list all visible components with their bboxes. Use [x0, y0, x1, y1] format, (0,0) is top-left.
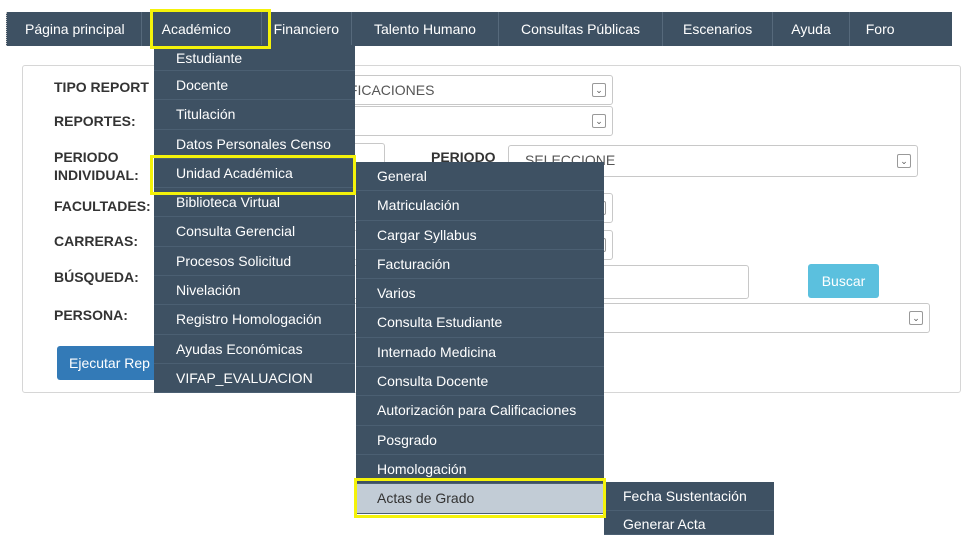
- unidad-academica-submenu: General Matriculación Cargar Syllabus Fa…: [356, 162, 604, 514]
- menu-item-biblioteca-virtual[interactable]: Biblioteca Virtual: [154, 188, 355, 218]
- actas-de-grado-submenu: Fecha Sustentación Generar Acta: [604, 482, 774, 535]
- top-nav: Página principal Académico Financiero Ta…: [6, 12, 952, 46]
- academico-menu: Estudiante Docente Titulación Datos Pers…: [154, 45, 355, 394]
- menu-item-fecha-sustentacion[interactable]: Fecha Sustentación: [604, 482, 774, 512]
- menu-item-vifap-evaluacion[interactable]: VIFAP_EVALUACION: [154, 364, 355, 394]
- menu-item-consulta-estudiante[interactable]: Consulta Estudiante: [356, 308, 604, 338]
- menu-item-consulta-gerencial[interactable]: Consulta Gerencial: [154, 217, 355, 247]
- menu-item-titulacion[interactable]: Titulación: [154, 100, 355, 130]
- nav-financiero[interactable]: Financiero: [262, 12, 352, 46]
- menu-item-unidad-academica[interactable]: Unidad Académica: [154, 159, 355, 189]
- menu-item-docente[interactable]: Docente: [154, 71, 355, 101]
- facultades-label: FACULTADES:: [54, 198, 151, 214]
- buscar-button[interactable]: Buscar: [808, 264, 879, 298]
- nav-talento-humano[interactable]: Talento Humano: [352, 12, 499, 46]
- periodo-individual-label-line2: INDIVIDUAL:: [54, 167, 139, 183]
- reportes-label: REPORTES:: [54, 113, 136, 129]
- menu-item-ayudas-economicas[interactable]: Ayudas Económicas: [154, 335, 355, 364]
- menu-item-varios[interactable]: Varios: [356, 279, 604, 309]
- menu-item-generar-acta[interactable]: Generar Acta: [604, 511, 774, 535]
- carreras-label: CARRERAS:: [54, 233, 138, 249]
- menu-item-registro-homologacion[interactable]: Registro Homologación: [154, 305, 355, 335]
- nav-pagina-principal[interactable]: Página principal: [6, 12, 142, 46]
- menu-item-internado-medicina[interactable]: Internado Medicina: [356, 338, 604, 368]
- chevron-down-icon: ⌄: [592, 114, 606, 128]
- chevron-down-icon: ⌄: [909, 311, 923, 325]
- menu-item-nivelacion[interactable]: Nivelación: [154, 276, 355, 306]
- menu-item-facturacion[interactable]: Facturación: [356, 250, 604, 280]
- nav-ayuda[interactable]: Ayuda: [773, 12, 850, 46]
- busqueda-label: BÚSQUEDA:: [54, 269, 139, 285]
- nav-academico[interactable]: Académico: [141, 12, 262, 46]
- menu-item-autorizacion-calificaciones[interactable]: Autorización para Calificaciones: [356, 396, 604, 426]
- periodo-individual-label-line1: PERIODO: [54, 149, 119, 165]
- menu-item-cargar-syllabus[interactable]: Cargar Syllabus: [356, 221, 604, 250]
- chevron-down-icon: ⌄: [897, 154, 911, 168]
- menu-item-homologacion[interactable]: Homologación: [356, 455, 604, 485]
- menu-item-general[interactable]: General: [356, 162, 604, 192]
- menu-item-datos-personales-censo[interactable]: Datos Personales Censo: [154, 130, 355, 159]
- nav-foro[interactable]: Foro: [850, 12, 911, 46]
- tipo-reporte-select[interactable]: IFICACIONES ⌄: [330, 75, 613, 105]
- menu-item-consulta-docente[interactable]: Consulta Docente: [356, 367, 604, 397]
- menu-item-estudiante[interactable]: Estudiante: [154, 45, 355, 71]
- chevron-down-icon: ⌄: [592, 83, 606, 97]
- menu-item-matriculacion[interactable]: Matriculación: [356, 191, 604, 221]
- menu-item-procesos-solicitud[interactable]: Procesos Solicitud: [154, 247, 355, 277]
- periodo-individual-label: PERIODO INDIVIDUAL:: [54, 148, 139, 184]
- menu-item-posgrado[interactable]: Posgrado: [356, 426, 604, 455]
- tipo-reporte-label: TIPO REPORT: [54, 79, 149, 95]
- tipo-reporte-value: IFICACIONES: [345, 82, 435, 98]
- menu-item-actas-de-grado[interactable]: Actas de Grado: [356, 484, 604, 514]
- nav-consultas-publicas[interactable]: Consultas Públicas: [499, 12, 664, 46]
- reportes-select[interactable]: ⌄: [330, 106, 613, 136]
- nav-escenarios[interactable]: Escenarios: [663, 12, 774, 46]
- persona-label: PERSONA:: [54, 307, 128, 323]
